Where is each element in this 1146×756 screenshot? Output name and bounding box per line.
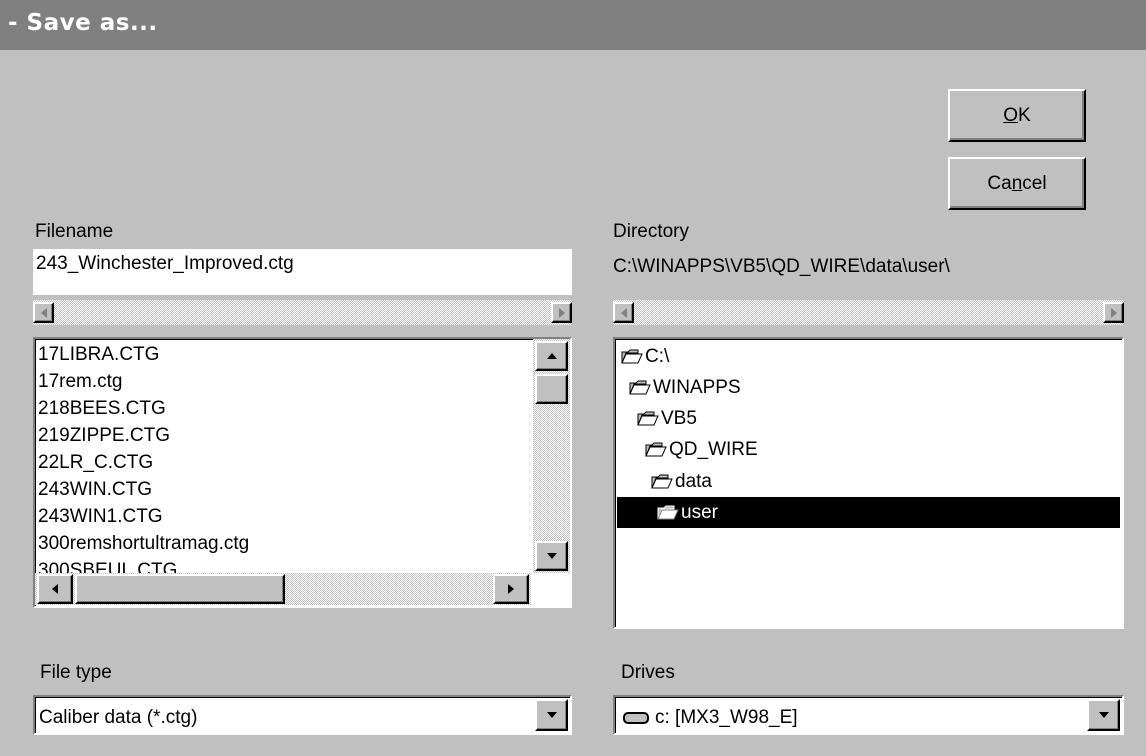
ok-button[interactable]: OK <box>948 89 1086 142</box>
tree-item-label: VB5 <box>661 407 697 429</box>
arrow-right-icon <box>1110 307 1117 318</box>
tree-item-qd-wire[interactable]: QD_WIRE <box>645 434 758 465</box>
list-item[interactable]: 219ZIPPE.CTG <box>35 422 531 449</box>
list-item[interactable]: 218BEES.CTG <box>35 395 531 422</box>
scroll-down-arrow[interactable] <box>535 541 568 571</box>
scroll-right-arrow[interactable] <box>551 302 572 323</box>
file-list-hscrollbar[interactable] <box>35 573 531 605</box>
filetype-combo[interactable]: Caliber data (*.ctg) <box>33 695 572 735</box>
hscroll-thumb[interactable] <box>75 574 285 604</box>
list-item[interactable]: 243WIN.CTG <box>35 476 531 503</box>
scroll-right-arrow[interactable] <box>1103 302 1124 323</box>
list-item[interactable]: 300remshortultramag.ctg <box>35 530 531 557</box>
list-item[interactable]: 300SBEUL.CTG <box>35 557 531 573</box>
title-bar: - Save as... <box>0 0 1146 50</box>
arrow-right-icon <box>558 307 565 318</box>
filetype-value: Caliber data (*.ctg) <box>39 706 198 728</box>
open-folder-icon <box>629 380 651 395</box>
directory-tree[interactable]: C:\ WINAPPS VB5 QD_WIRE data user <box>613 337 1124 629</box>
open-folder-icon <box>651 474 673 489</box>
tree-item-label: WINAPPS <box>653 376 741 398</box>
drives-value-text: c: [MX3_W98_E] <box>655 706 798 728</box>
list-item[interactable]: 243WIN1.CTG <box>35 503 531 530</box>
directory-hscrollbar[interactable] <box>613 300 1124 325</box>
cancel-button[interactable]: Cancel <box>948 157 1086 210</box>
tree-item-label: QD_WIRE <box>669 438 758 460</box>
drives-combo[interactable]: c: [MX3_W98_E] <box>613 695 1124 735</box>
scroll-left-arrow[interactable] <box>37 574 73 604</box>
filetype-label: File type <box>40 662 112 683</box>
tree-item-c[interactable]: C:\ <box>621 341 669 372</box>
open-folder-icon <box>645 442 667 457</box>
arrow-down-icon <box>546 553 557 559</box>
ok-button-label: OK <box>1003 104 1031 126</box>
file-list-box[interactable]: 17LIBRA.CTG 17rem.ctg 218BEES.CTG 219ZIP… <box>33 337 572 608</box>
drives-dropdown-button[interactable] <box>1087 699 1120 731</box>
list-item[interactable]: 17LIBRA.CTG <box>35 341 531 368</box>
arrow-left-icon <box>620 307 627 318</box>
chevron-down-icon <box>1098 712 1109 718</box>
drives-value: c: [MX3_W98_E] <box>615 697 1075 733</box>
open-folder-icon <box>657 505 679 520</box>
cancel-button-label: Cancel <box>987 172 1047 194</box>
tree-item-vb5[interactable]: VB5 <box>637 403 697 434</box>
tree-item-label: data <box>675 470 712 492</box>
filetype-dropdown-button[interactable] <box>535 699 568 731</box>
drives-label: Drives <box>621 662 675 683</box>
directory-path: C:\WINAPPS\VB5\QD_WIRE\data\user\ <box>613 256 950 277</box>
filename-hscrollbar[interactable] <box>33 300 572 325</box>
hard-drive-icon <box>623 711 649 724</box>
scroll-left-arrow[interactable] <box>33 302 54 323</box>
filename-label: Filename <box>35 221 114 242</box>
arrow-left-icon <box>40 307 47 318</box>
scroll-left-arrow[interactable] <box>613 302 634 323</box>
tree-item-user[interactable]: user <box>617 497 1120 528</box>
window-title: - Save as... <box>8 10 158 36</box>
arrow-up-icon <box>546 353 557 359</box>
file-list[interactable]: 17LIBRA.CTG 17rem.ctg 218BEES.CTG 219ZIP… <box>35 341 531 573</box>
list-item[interactable]: 17rem.ctg <box>35 368 531 395</box>
scroll-up-arrow[interactable] <box>535 341 568 371</box>
tree-item-label: C:\ <box>645 345 670 367</box>
directory-label: Directory <box>613 221 690 242</box>
filename-input[interactable]: 243_Winchester_Improved.ctg <box>33 249 572 295</box>
scroll-right-arrow[interactable] <box>493 574 529 604</box>
tree-item-winapps[interactable]: WINAPPS <box>629 372 741 403</box>
vscroll-thumb[interactable] <box>535 374 568 404</box>
list-item[interactable]: 22LR_C.CTG <box>35 449 531 476</box>
file-list-vscrollbar[interactable] <box>533 339 570 573</box>
open-folder-icon <box>621 349 643 364</box>
tree-item-data[interactable]: data <box>651 466 712 497</box>
open-folder-icon <box>637 411 659 426</box>
arrow-right-icon <box>508 584 514 594</box>
tree-item-label: user <box>681 501 718 523</box>
arrow-left-icon <box>52 584 58 594</box>
chevron-down-icon <box>546 712 557 718</box>
